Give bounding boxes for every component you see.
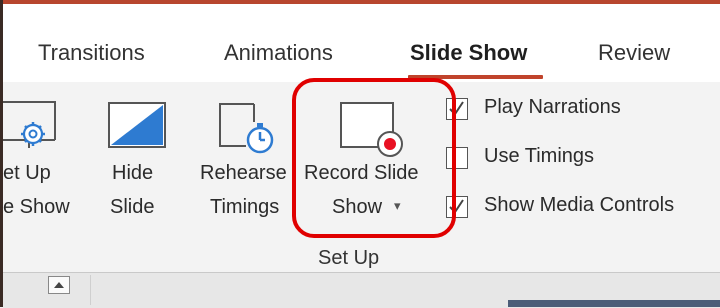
collapse-ribbon-button[interactable] (48, 276, 70, 294)
use-timings-label: Use Timings (484, 145, 595, 167)
powerpoint-ribbon-window: Transitions Animations Slide Show Review… (0, 0, 720, 308)
tab-transitions[interactable]: Transitions (38, 40, 145, 66)
chevron-up-icon (54, 282, 64, 288)
ribbon-tab-strip: Transitions Animations Slide Show Review (0, 4, 720, 82)
stopwatch-icon (219, 103, 274, 154)
setup-label-line2: e Show (3, 196, 70, 218)
tab-slide-show[interactable]: Slide Show (410, 40, 527, 66)
show-media-controls-label: Show Media Controls (484, 194, 675, 216)
hide-slide-icon (108, 102, 166, 148)
hide-label-line1: Hide (112, 162, 154, 184)
tab-review[interactable]: Review (598, 40, 670, 66)
rehearse-timings-button[interactable]: Rehearse Timings (200, 92, 292, 232)
rehearse-label-line1: Rehearse (200, 162, 287, 184)
gear-icon (3, 101, 56, 148)
play-narrations-label: Play Narrations (484, 96, 621, 118)
record-button-highlight (292, 78, 456, 238)
bottom-divider (90, 275, 91, 305)
tab-animations[interactable]: Animations (224, 40, 333, 66)
hide-label-line2: Slide (110, 196, 155, 218)
hide-slide-button[interactable]: Hide Slide (102, 92, 172, 232)
setup-slideshow-button[interactable]: et Up e Show (3, 92, 83, 232)
rehearse-label-line2: Timings (210, 196, 280, 218)
slide-area-edge (508, 300, 720, 307)
group-label-set-up: Set Up (318, 247, 380, 269)
window-top-accent (0, 0, 720, 4)
setup-label-line1: et Up (3, 162, 51, 184)
